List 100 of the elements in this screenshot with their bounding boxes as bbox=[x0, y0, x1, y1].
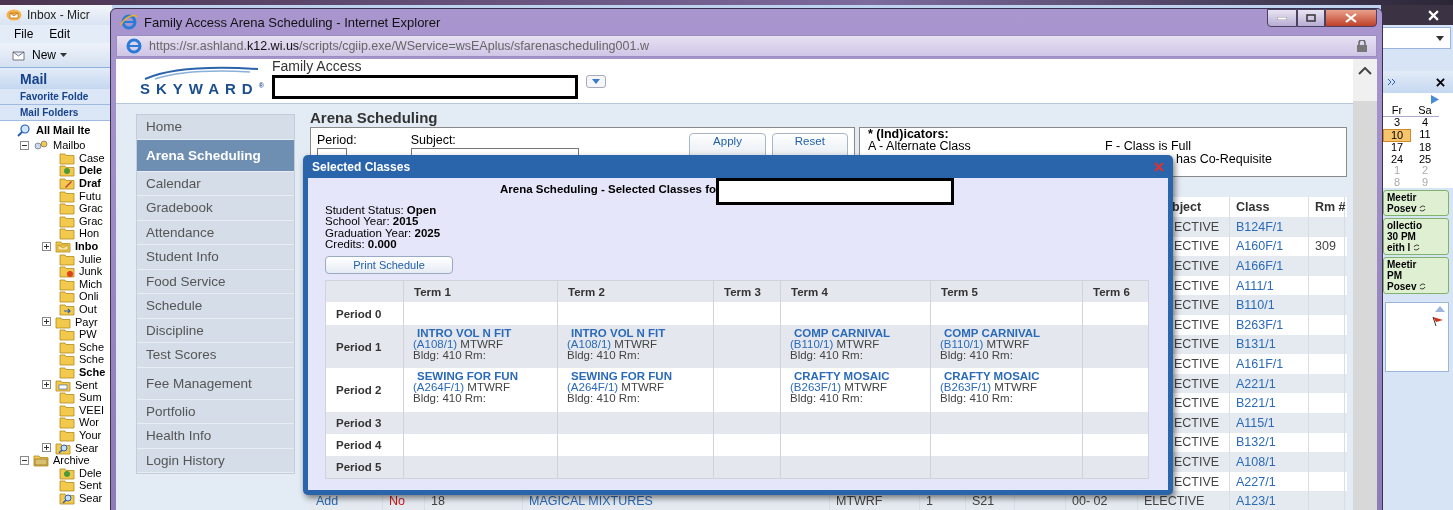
folder-label[interactable]: Sche bbox=[79, 366, 106, 378]
class-link[interactable]: B124F/1 bbox=[1230, 217, 1309, 237]
folder-icon bbox=[59, 150, 75, 165]
period-label: Period 4 bbox=[326, 434, 404, 457]
folder-label[interactable]: Draf bbox=[79, 177, 101, 190]
folder-label[interactable]: Sche bbox=[79, 340, 105, 353]
folder-icon bbox=[59, 478, 75, 493]
window-title: Family Access Arena Scheduling - Internet Explorer bbox=[144, 14, 441, 30]
folder-label[interactable]: Dele bbox=[79, 164, 103, 177]
expand-toggle[interactable] bbox=[42, 241, 51, 251]
class-link[interactable]: A161F/1 bbox=[1230, 354, 1309, 374]
folder-label[interactable]: Case bbox=[79, 151, 105, 164]
folder-label[interactable]: Grac bbox=[79, 202, 103, 215]
folder-label[interactable]: Wor bbox=[79, 416, 99, 429]
indicator-text: F - Class is Full bbox=[1105, 140, 1192, 153]
folder-label[interactable]: Sear bbox=[75, 441, 99, 454]
appointment[interactable]: ollectio 30 PM eith l bbox=[1383, 218, 1449, 255]
calendar-day[interactable]: 4 bbox=[1411, 117, 1439, 129]
close-button[interactable] bbox=[1325, 9, 1377, 27]
double-chevron-icon[interactable] bbox=[1387, 78, 1397, 86]
class-link[interactable]: A166F/1 bbox=[1230, 256, 1309, 276]
appointment-text: Meetir bbox=[1387, 192, 1417, 203]
plus-icon bbox=[43, 381, 50, 389]
schedule-cell bbox=[1083, 412, 1149, 435]
folder-label[interactable]: Sum bbox=[79, 391, 102, 404]
archive-folder-icon bbox=[33, 453, 49, 468]
calendar-day[interactable]: 3 bbox=[1383, 117, 1411, 129]
folder-icon bbox=[59, 365, 75, 379]
minimize-button[interactable] bbox=[1267, 9, 1297, 27]
folder-label[interactable]: Out bbox=[79, 303, 97, 315]
envelope-icon bbox=[12, 49, 28, 61]
schedule-cell bbox=[714, 302, 781, 326]
folder-icon bbox=[59, 226, 75, 241]
folder-label[interactable]: Onli bbox=[79, 290, 99, 303]
calendar-day[interactable]: 25 bbox=[1411, 153, 1439, 165]
folder-label[interactable]: Payr bbox=[75, 315, 98, 328]
close-icon bbox=[1345, 13, 1357, 23]
folder-label[interactable]: Sear bbox=[79, 491, 103, 504]
folder-label[interactable]: Sent bbox=[75, 378, 98, 391]
scroll-up-icon[interactable] bbox=[1358, 67, 1372, 75]
appointment[interactable]: Meetir Posev bbox=[1383, 190, 1449, 216]
calendar-day[interactable]: 18 bbox=[1411, 142, 1439, 154]
next-arrow-icon[interactable] bbox=[1431, 95, 1439, 104]
mailbox-folder-icon bbox=[33, 138, 49, 153]
maximize-icon bbox=[1306, 14, 1316, 22]
all-mail-items[interactable]: All Mail Ite bbox=[36, 124, 91, 136]
pane-section[interactable]: Favorite Folde bbox=[0, 89, 112, 105]
class-link[interactable]: B263F/1 bbox=[1230, 315, 1309, 335]
pane-header: Mail bbox=[0, 67, 112, 89]
folder-label[interactable]: VEEI bbox=[79, 403, 105, 416]
pane-section[interactable]: Mail Folders bbox=[0, 105, 112, 121]
calendar-day[interactable]: 17 bbox=[1383, 142, 1411, 154]
folder-label[interactable]: Sche bbox=[79, 353, 105, 366]
folder-label[interactable]: Dele bbox=[79, 466, 102, 479]
folder-label[interactable]: PW bbox=[79, 328, 97, 341]
dropdown-field[interactable] bbox=[1381, 27, 1451, 49]
menu-item[interactable]: Edit bbox=[49, 27, 71, 41]
schedule-cell: SEWING FOR FUN (A264F/1) MTWRF Bldg: 410 Rm: bbox=[404, 368, 558, 413]
folder-label[interactable]: Julie bbox=[79, 252, 102, 265]
folder-label[interactable]: Grac bbox=[79, 214, 103, 227]
class-link[interactable]: A108/1 bbox=[1230, 452, 1309, 472]
folder-icon bbox=[59, 339, 75, 354]
schedule-cell bbox=[714, 325, 781, 369]
address-bar[interactable]: https://sr.ashland.k12.wi.us/scripts/cgiip.exe/WService=wsEAplus/sfarenascheduling001.w bbox=[116, 35, 1377, 57]
folder-icon bbox=[59, 188, 75, 203]
folder-label[interactable]: Mich bbox=[79, 277, 103, 290]
expand-toggle[interactable] bbox=[42, 380, 51, 390]
folder-icon bbox=[59, 352, 75, 367]
window-title: Inbox - Micr bbox=[27, 8, 90, 22]
calendar-day[interactable]: 24 bbox=[1383, 153, 1411, 165]
plus-icon bbox=[43, 242, 50, 250]
expand-toggle[interactable] bbox=[42, 443, 51, 453]
folder-label[interactable]: Your bbox=[79, 428, 102, 441]
class-link[interactable]: A115/1 bbox=[1230, 413, 1309, 433]
collapse-toggle[interactable] bbox=[20, 455, 29, 465]
folder-label[interactable]: Junk bbox=[79, 265, 103, 278]
collapse-toggle[interactable] bbox=[20, 140, 29, 150]
menu-item[interactable]: File bbox=[14, 27, 34, 41]
folder-icon bbox=[59, 402, 75, 417]
period-label: Period 5 bbox=[326, 456, 404, 479]
maximize-button[interactable] bbox=[1297, 9, 1325, 27]
print-schedule-button[interactable]: Print Schedule bbox=[325, 256, 453, 275]
info-line: Credits: 0.000 bbox=[325, 238, 398, 251]
folder-label[interactable]: Futu bbox=[79, 189, 101, 202]
appointment-text: eith l bbox=[1387, 242, 1411, 253]
folder-label[interactable]: Sent bbox=[79, 479, 102, 492]
folder-label[interactable]: Inbo bbox=[75, 240, 99, 253]
folder-icon bbox=[59, 289, 75, 304]
calendar-day[interactable]: 11 bbox=[1411, 128, 1439, 142]
plus-icon bbox=[43, 444, 50, 452]
expand-toggle[interactable] bbox=[42, 317, 51, 327]
calendar-day[interactable]: 10 bbox=[1383, 128, 1411, 142]
folder-label[interactable]: Hon bbox=[79, 227, 100, 240]
folder-label[interactable]: Mailbo bbox=[53, 139, 86, 152]
appointment[interactable]: Meetir PM Posev bbox=[1383, 257, 1449, 294]
class-link[interactable]: A123/1 bbox=[1230, 491, 1309, 510]
trash-folder-icon bbox=[59, 163, 75, 178]
close-icon[interactable] bbox=[1436, 77, 1445, 87]
dropdown-button[interactable] bbox=[585, 74, 606, 88]
folder-label[interactable]: Archive bbox=[53, 454, 90, 467]
